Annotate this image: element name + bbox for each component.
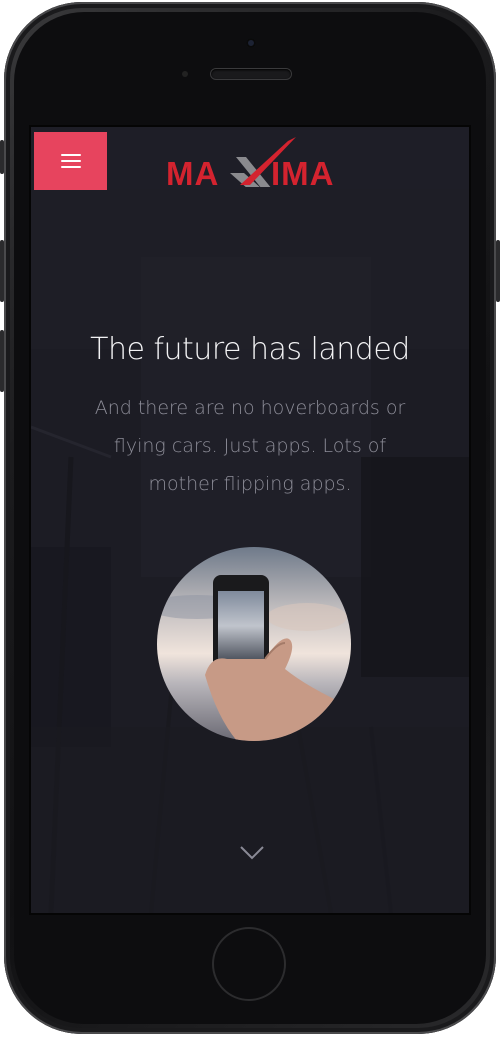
power-button (496, 240, 500, 302)
top-navigation-bar: MA IMA (31, 127, 469, 192)
volume-down-button (0, 330, 4, 392)
maxima-logo[interactable]: MA IMA (166, 137, 346, 192)
home-button[interactable] (212, 927, 286, 1001)
chevron-down-icon[interactable] (239, 845, 265, 861)
hand-holding-phone-photo (157, 547, 351, 741)
volume-up-button (0, 240, 4, 302)
logo-text-left: MA (166, 155, 220, 192)
earpiece-speaker (211, 69, 291, 79)
proximity-sensor (182, 71, 188, 77)
hero-title: The future has landed (90, 332, 410, 367)
background-photo (31, 127, 469, 913)
menu-button[interactable] (34, 132, 107, 190)
front-camera (246, 38, 256, 48)
silent-switch (0, 140, 4, 174)
logo-text-right: IMA (271, 155, 335, 192)
hamburger-menu-icon (60, 154, 81, 168)
phone-screen: MA IMA The future has landed And there a… (31, 127, 469, 913)
hero-subtitle: And there are no hoverboards or flying c… (94, 397, 406, 495)
